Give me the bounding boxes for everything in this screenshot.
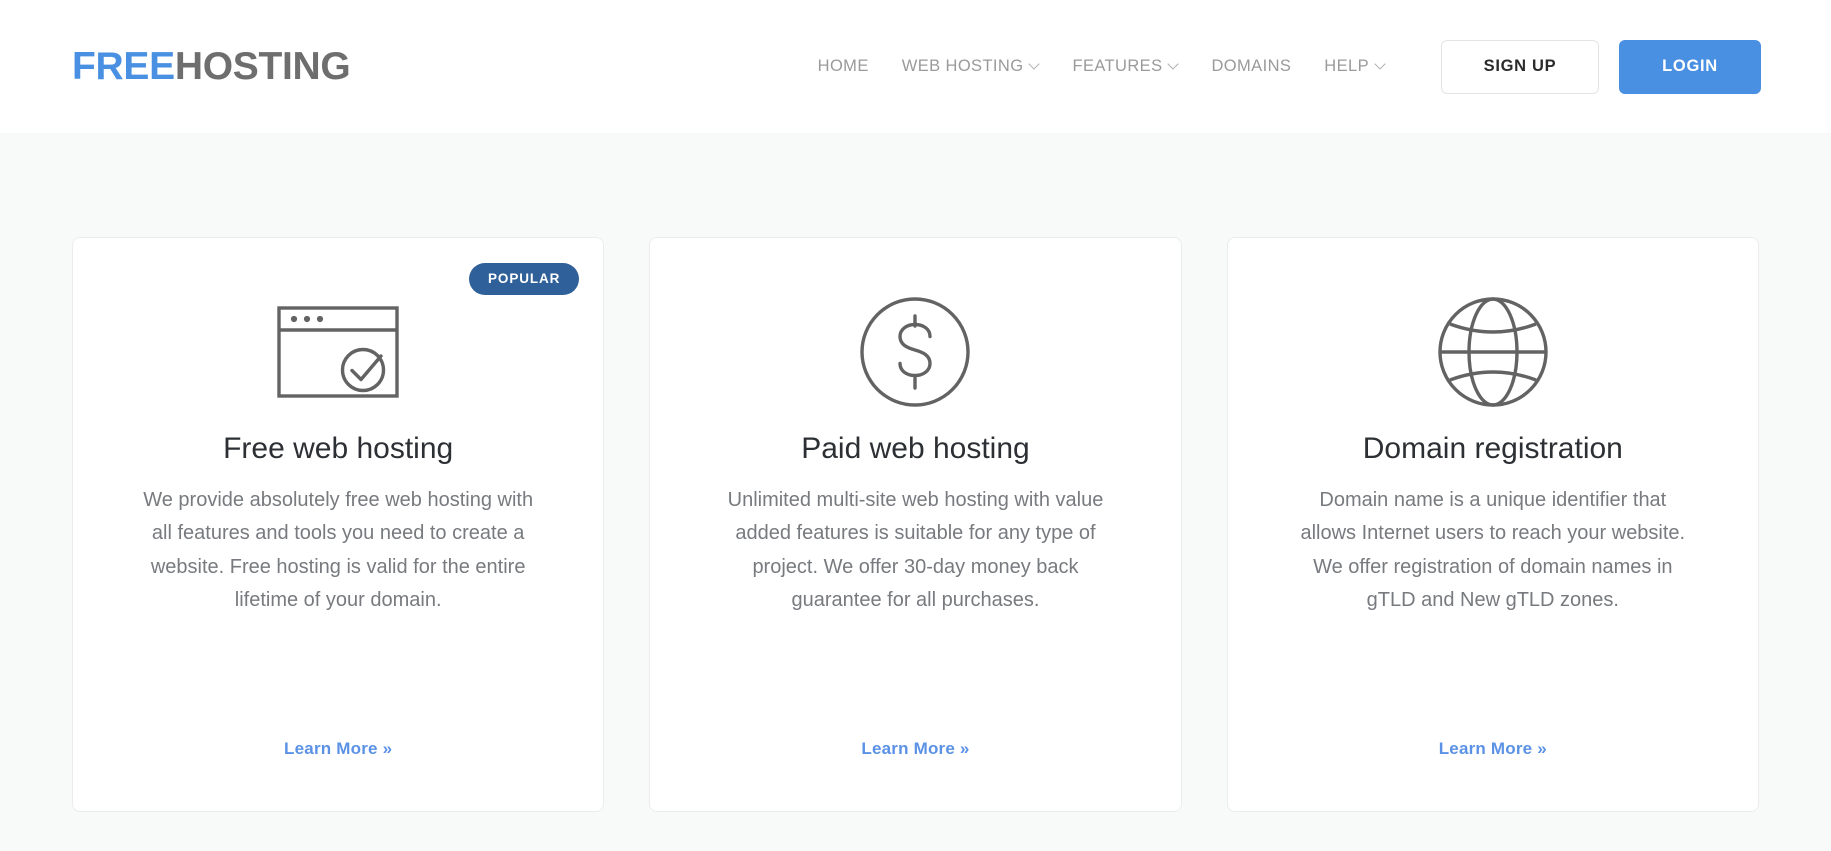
learn-more-link[interactable]: Learn More » [861, 699, 969, 759]
logo-text-secondary: HOSTING [174, 45, 351, 88]
globe-icon [1437, 296, 1549, 408]
card-title: Free web hosting [223, 432, 454, 465]
card-description: We provide absolutely free web hosting w… [143, 488, 534, 612]
status-badge: POPULAR [469, 263, 580, 295]
nav-item-label: HOME [817, 57, 869, 75]
card-paid-web-hosting[interactable]: Paid web hosting Unlimited multi-site we… [649, 237, 1182, 812]
chevron-down-icon [1030, 60, 1039, 69]
nav-item-domains[interactable]: DOMAINS [1211, 57, 1291, 76]
nav-item-home[interactable]: HOME [818, 57, 869, 76]
chevron-down-icon [1376, 60, 1385, 69]
nav-item-web-hosting[interactable]: WEB HOSTING [902, 57, 1040, 76]
card-description: Unlimited multi-site web hosting with va… [727, 488, 1104, 612]
login-button[interactable]: LOGIN [1619, 39, 1761, 94]
chevron-down-icon [1169, 60, 1178, 69]
page-body: POPULAR Free web hosting We provide abso… [0, 133, 1831, 851]
nav-item-features[interactable]: FEATURES [1072, 57, 1178, 76]
header-actions: SIGN UP LOGIN [1441, 39, 1761, 94]
card-title: Paid web hosting [801, 432, 1030, 465]
card-free-web-hosting[interactable]: POPULAR Free web hosting We provide abso… [72, 237, 605, 812]
site-logo[interactable]: FREEHOSTING [72, 45, 351, 88]
card-title: Domain registration [1362, 432, 1623, 465]
card-domain-registration[interactable]: Domain registration Domain name is a uni… [1226, 237, 1759, 812]
learn-more-link[interactable]: Learn More » [284, 699, 392, 759]
site-header: FREEHOSTING HOME WEB HOSTING FEATURES DO… [0, 0, 1831, 133]
nav-item-label: FEATURES [1072, 57, 1163, 75]
dollar-circle-icon [859, 296, 971, 408]
card-description: Domain name is a unique identifier that … [1300, 488, 1686, 612]
browser-window-check-icon [277, 296, 399, 408]
learn-more-link[interactable]: Learn More » [1439, 699, 1547, 759]
main-navigation: HOME WEB HOSTING FEATURES DOMAINS HELP [818, 57, 1385, 76]
logo-text-primary: FREE [72, 45, 175, 88]
feature-cards: POPULAR Free web hosting We provide abso… [72, 237, 1759, 812]
sign-up-button[interactable]: SIGN UP [1441, 39, 1599, 94]
nav-item-label: DOMAINS [1211, 57, 1292, 75]
nav-item-label: HELP [1324, 57, 1369, 75]
nav-item-label: WEB HOSTING [901, 57, 1024, 75]
nav-item-help[interactable]: HELP [1324, 57, 1385, 76]
